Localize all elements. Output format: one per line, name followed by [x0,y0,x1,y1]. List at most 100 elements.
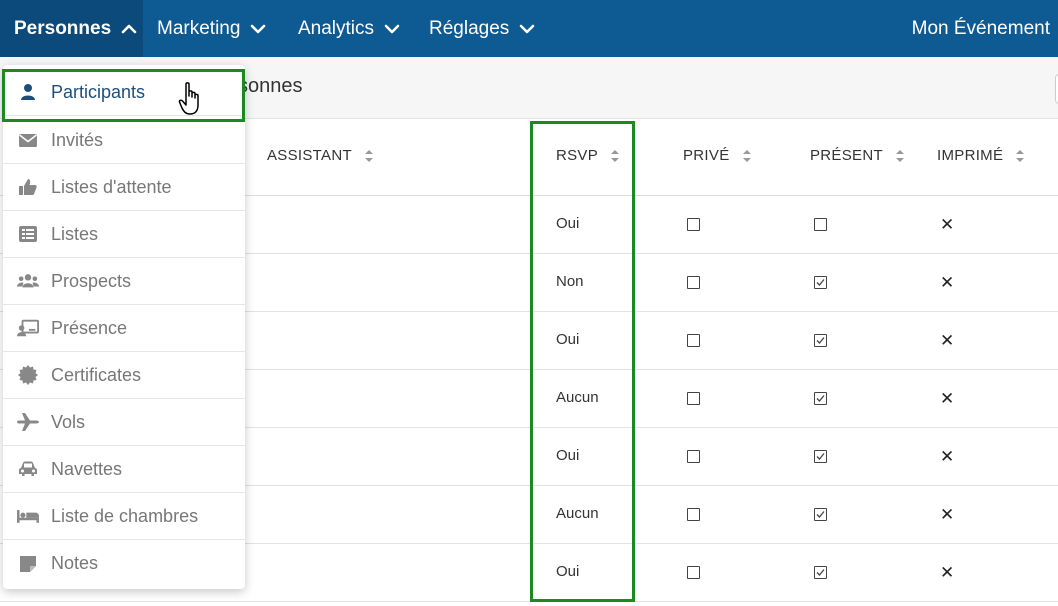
menu-item-label: Invités [51,129,104,150]
column-header-label: IMPRIMÉ [937,147,1004,164]
prive-checkbox[interactable] [687,450,700,463]
presence-icon [17,318,39,338]
event-selector[interactable]: Mon Événement [912,0,1050,57]
present-checkbox-checked[interactable] [814,334,827,347]
menu-item-label: Liste de chambres [51,505,199,526]
menu-item-listes[interactable]: Listes [3,211,245,258]
rsvp-cell: Aucun [556,389,599,406]
nav-personnes-label: Personnes [14,17,112,39]
menu-item-vols[interactable]: Vols [3,399,245,446]
menu-item-invites[interactable]: Invités [3,117,245,164]
imprime-cross-icon: ✕ [940,505,955,524]
menu-item-certificates[interactable]: Certificates [3,352,245,399]
sort-icon [895,149,904,162]
column-header-present[interactable]: PRÉSENT [810,147,905,164]
sort-icon [742,149,751,162]
imprime-cross-icon: ✕ [940,563,955,582]
present-checkbox-checked[interactable] [814,508,827,521]
note-icon [17,554,39,574]
certificate-icon [17,365,39,385]
column-header-rsvp[interactable]: RSVP [556,147,620,164]
personnes-dropdown-menu: Participants Invités Listes d'attente Li… [3,65,245,589]
sort-icon [364,149,373,162]
check-icon [816,569,825,576]
imprime-cross-icon: ✕ [940,215,955,234]
column-header-label: PRIVÉ [683,147,730,164]
check-icon [816,395,825,402]
menu-item-label: Vols [51,411,86,432]
menu-item-prospects[interactable]: Prospects [3,258,245,305]
menu-item-label: Prospects [51,270,132,291]
event-label: Mon Événement [911,17,1050,39]
column-header-label: RSVP [556,147,599,164]
menu-item-label: Listes d'attente [51,176,172,197]
present-checkbox-checked[interactable] [814,276,827,289]
imprime-cross-icon: ✕ [940,389,955,408]
menu-item-listes-attente[interactable]: Listes d'attente [3,164,245,211]
present-checkbox[interactable] [814,218,827,231]
rsvp-cell: Oui [556,331,580,348]
nav-analytics-label: Analytics [298,17,375,39]
sort-icon [611,149,620,162]
user-icon [17,82,39,102]
hand-pointer-icon [178,82,199,115]
present-checkbox-checked[interactable] [814,392,827,405]
imprime-cross-icon: ✕ [940,331,955,350]
menu-item-label: Navettes [51,458,123,479]
chevron-down-icon [519,24,535,33]
menu-item-label: Participants [51,81,146,102]
menu-item-label: Listes [51,223,99,244]
check-icon [816,337,825,344]
nav-reglages[interactable]: Réglages [415,0,545,57]
imprime-cross-icon: ✕ [940,447,955,466]
menu-item-label: Certificates [51,364,142,385]
present-checkbox-checked[interactable] [814,450,827,463]
imprime-cross-icon: ✕ [940,273,955,292]
users-icon [17,271,39,291]
menu-item-label: Notes [51,553,99,573]
menu-item-navettes[interactable]: Navettes [3,446,245,493]
menu-item-label: Présence [51,317,128,338]
check-icon [816,279,825,286]
prive-checkbox[interactable] [687,508,700,521]
list-icon [17,224,39,244]
envelope-icon [17,130,39,150]
check-icon [816,453,825,460]
sort-icon [1016,149,1025,162]
rsvp-cell: Oui [556,563,580,580]
prive-checkbox[interactable] [687,392,700,405]
prive-checkbox[interactable] [687,566,700,579]
column-header-label: PRÉSENT [810,147,883,164]
column-header-prive[interactable]: PRIVÉ [683,147,752,164]
menu-item-liste-chambres[interactable]: Liste de chambres [3,493,245,540]
chevron-down-icon [384,24,400,33]
chevron-down-icon [251,24,266,33]
check-icon [816,511,825,518]
menu-item-presence[interactable]: Présence [3,305,245,352]
menu-item-participants[interactable]: Participants [3,69,245,116]
nav-analytics[interactable]: Analytics [284,0,415,57]
menu-item-notes[interactable]: Notes [3,540,245,587]
bed-icon [17,506,39,526]
rsvp-cell: Non [556,273,584,290]
prive-checkbox[interactable] [687,218,700,231]
nav-reglages-label: Réglages [429,17,510,39]
present-checkbox-checked[interactable] [814,566,827,579]
rsvp-cell: Oui [556,447,580,464]
column-header-imprime[interactable]: IMPRIMÉ [937,147,1025,164]
prive-checkbox[interactable] [687,276,700,289]
rsvp-cell: Aucun [556,505,599,522]
prive-checkbox[interactable] [687,334,700,347]
nav-marketing[interactable]: Marketing [143,0,284,57]
rsvp-cell: Oui [556,215,580,232]
chevron-up-icon [121,24,137,33]
plane-icon [17,412,39,432]
car-icon [17,459,39,479]
nav-personnes[interactable]: Personnes [0,0,143,57]
page-title: sonnes [238,75,303,97]
thumbs-up-icon [17,177,39,197]
top-nav: Personnes Marketing Analytics Réglages M… [0,0,1058,57]
column-header-label: ASSISTANT [267,147,352,164]
column-header-assistant[interactable]: ASSISTANT [267,147,374,164]
nav-marketing-label: Marketing [157,17,241,39]
